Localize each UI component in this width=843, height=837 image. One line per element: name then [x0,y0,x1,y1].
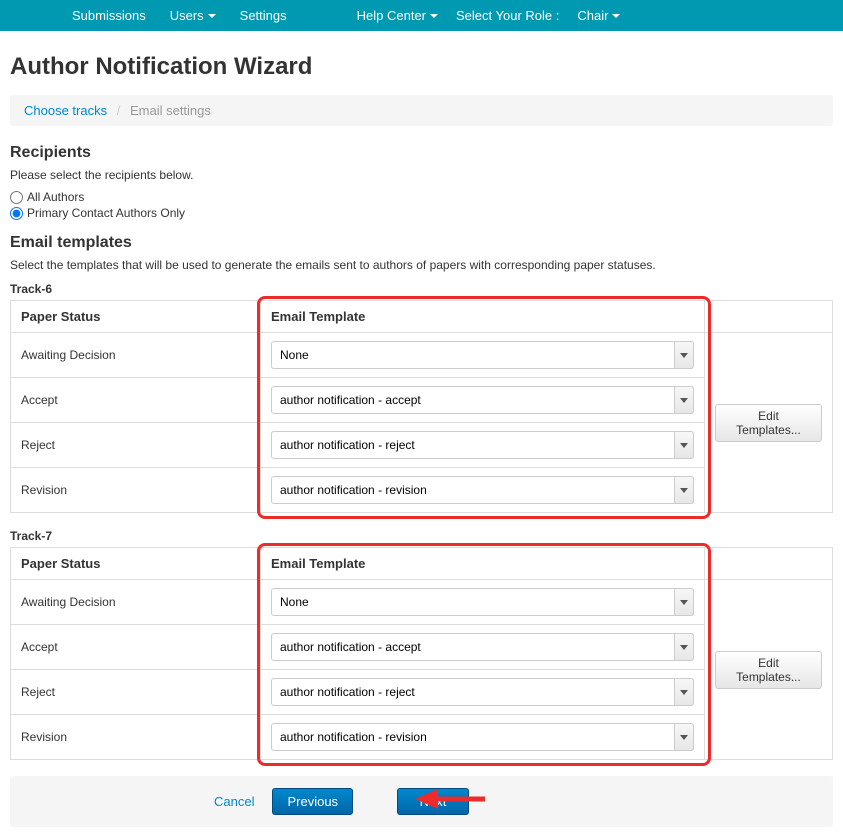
caret-icon [430,14,438,18]
action-header [705,548,833,580]
action-header [705,301,833,333]
radio-all-authors[interactable]: All Authors [10,190,833,204]
wizard-footer: Cancel Previous Next [10,776,833,827]
paper-status-cell: Awaiting Decision [11,333,261,378]
navbar: Submissions Users Settings Help Center S… [0,0,843,31]
email-template-cell: author notification - reject [261,423,705,468]
email-template-cell: None [261,580,705,625]
paper-status-cell: Revision [11,468,261,513]
template-table: Paper StatusEmail TemplateAwaiting Decis… [10,547,833,760]
paper-status-header: Paper Status [11,548,261,580]
email-template-cell: author notification - revision [261,715,705,760]
track-label: Track-6 [10,282,833,296]
paper-status-cell: Awaiting Decision [11,580,261,625]
track-label: Track-7 [10,529,833,543]
email-template-select[interactable]: author notification - revision [271,476,694,504]
email-template-select[interactable]: author notification - reject [271,678,694,706]
cancel-button[interactable]: Cancel [204,788,264,815]
breadcrumb-email-settings: Email settings [130,103,211,118]
paper-status-cell: Revision [11,715,261,760]
radio-primary-contact[interactable]: Primary Contact Authors Only [10,206,833,220]
email-template-cell: author notification - accept [261,378,705,423]
nav-settings[interactable]: Settings [228,8,299,23]
paper-status-cell: Reject [11,423,261,468]
breadcrumb-separator: / [111,103,127,118]
email-templates-description: Select the templates that will be used t… [10,258,833,272]
select-role-label: Select Your Role : [450,8,565,23]
email-templates-heading: Email templates [10,234,833,252]
email-template-select[interactable]: None [271,341,694,369]
previous-button[interactable]: Previous [272,788,353,815]
recipients-radio-group: All Authors Primary Contact Authors Only [10,190,833,220]
caret-icon [612,14,620,18]
email-template-cell: None [261,333,705,378]
breadcrumb: Choose tracks / Email settings [10,95,833,126]
track-table-wrap: Paper StatusEmail TemplateAwaiting Decis… [10,300,833,513]
nav-submissions[interactable]: Submissions [60,8,158,23]
breadcrumb-choose-tracks[interactable]: Choose tracks [24,103,107,118]
track-table-wrap: Paper StatusEmail TemplateAwaiting Decis… [10,547,833,760]
page-title: Author Notification Wizard [10,53,833,81]
email-template-select[interactable]: author notification - revision [271,723,694,751]
email-template-select[interactable]: None [271,588,694,616]
next-button[interactable]: Next [397,788,469,815]
radio-all-authors-label: All Authors [27,190,84,204]
email-template-select[interactable]: author notification - accept [271,633,694,661]
role-dropdown[interactable]: Chair [565,8,632,23]
email-template-cell: author notification - revision [261,468,705,513]
paper-status-cell: Accept [11,378,261,423]
role-selected: Chair [577,8,608,23]
edit-templates-button[interactable]: Edit Templates... [715,404,822,442]
radio-primary-contact-input[interactable] [10,207,23,220]
radio-all-authors-input[interactable] [10,191,23,204]
nav-help-center[interactable]: Help Center [345,8,450,23]
nav-users-label: Users [170,8,204,23]
nav-help-center-label: Help Center [357,8,426,23]
nav-users[interactable]: Users [158,8,228,23]
template-table: Paper StatusEmail TemplateAwaiting Decis… [10,300,833,513]
edit-templates-button[interactable]: Edit Templates... [715,651,822,689]
table-row: Awaiting DecisionNoneEdit Templates... [11,333,833,378]
email-template-header: Email Template [261,548,705,580]
paper-status-cell: Reject [11,670,261,715]
caret-icon [208,14,216,18]
email-template-header: Email Template [261,301,705,333]
action-cell: Edit Templates... [705,333,833,513]
email-template-select[interactable]: author notification - reject [271,431,694,459]
email-template-cell: author notification - reject [261,670,705,715]
email-template-cell: author notification - accept [261,625,705,670]
table-row: Awaiting DecisionNoneEdit Templates... [11,580,833,625]
recipients-heading: Recipients [10,144,833,162]
paper-status-header: Paper Status [11,301,261,333]
radio-primary-contact-label: Primary Contact Authors Only [27,206,185,220]
recipients-description: Please select the recipients below. [10,168,833,182]
action-cell: Edit Templates... [705,580,833,760]
paper-status-cell: Accept [11,625,261,670]
email-template-select[interactable]: author notification - accept [271,386,694,414]
